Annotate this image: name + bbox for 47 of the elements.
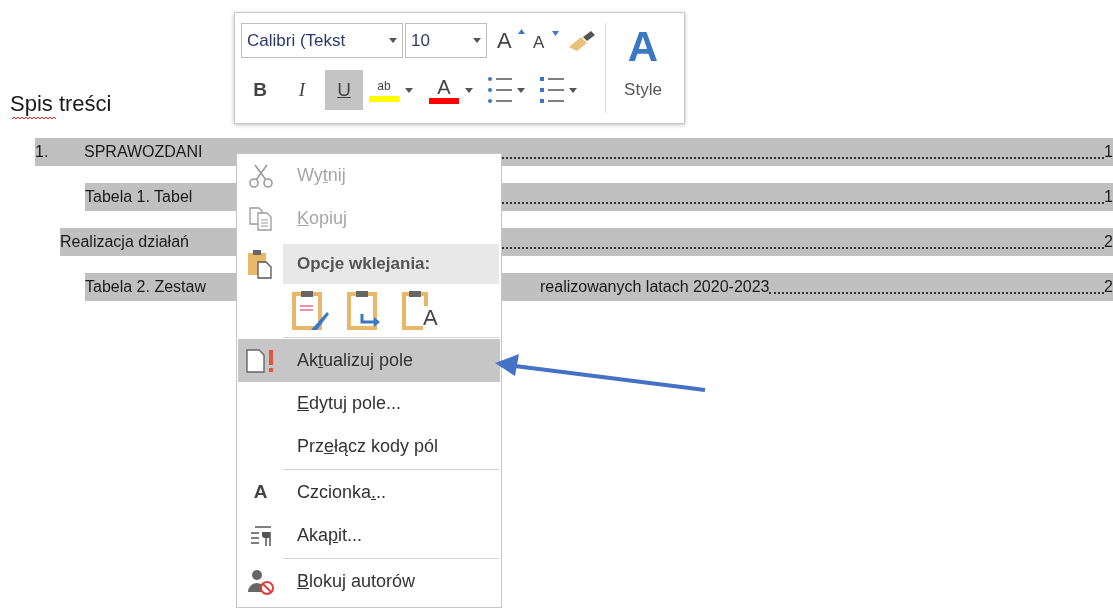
menu-item[interactable]: Przełącz kody pól (238, 425, 500, 468)
caret-icon (473, 38, 481, 43)
page-number: 1 (1104, 142, 1113, 162)
page-number: 1 (1104, 187, 1113, 207)
clipboard-icon (246, 249, 274, 279)
caret-icon (569, 87, 577, 93)
toc-entry: Tabela 2. Zestaw (85, 277, 206, 297)
down-triangle-icon (552, 30, 559, 36)
format-painter-icon[interactable] (567, 28, 597, 53)
page-number: 2 (1104, 232, 1113, 252)
menu-section-header: Opcje wklejania: (283, 244, 499, 284)
menu-item[interactable]: Akapit... (238, 514, 500, 557)
font-icon: A (253, 478, 268, 507)
copy-icon (247, 205, 274, 232)
spelling-underline (12, 116, 56, 120)
shrink-font-button[interactable]: A (533, 25, 561, 56)
page-number: 2 (1104, 277, 1113, 297)
toc-entry: realizowanych latach 2020-2023 (539, 277, 770, 297)
styles-button[interactable]: A Style (610, 23, 676, 113)
toc-entry: Tabela 1. Tabel (85, 187, 193, 207)
caret-icon (405, 87, 413, 93)
up-triangle-icon (518, 28, 525, 34)
toc-entry: SPRAWOZDANI (84, 142, 203, 162)
paste-keep-formatting-icon[interactable] (291, 290, 329, 332)
caret-icon (389, 38, 397, 43)
menu-item[interactable]: Edytuj pole... (238, 382, 500, 425)
menu-item[interactable]: A Czcionka... (238, 471, 500, 514)
paragraph-icon (248, 524, 273, 547)
format-button[interactable]: U (325, 70, 363, 110)
caret-icon (465, 87, 473, 93)
font-size-field[interactable]: 10 (405, 23, 487, 58)
menu-item[interactable]: Aktualizuj pole (238, 339, 500, 382)
numbered-list-icon[interactable] (539, 75, 565, 105)
format-button[interactable]: I (283, 70, 321, 110)
highlight-button[interactable]: ab (367, 70, 401, 110)
toc-heading: Spis treści (10, 91, 112, 116)
grow-font-button[interactable]: A (497, 25, 527, 56)
format-button[interactable]: B (241, 70, 279, 110)
toc-number: 1. (35, 142, 50, 162)
menu-item[interactable]: Blokuj autorów (238, 560, 500, 603)
toc-entry: Realizacja działań (60, 232, 189, 252)
scissors-icon (247, 162, 274, 189)
bullet-list-icon[interactable] (487, 75, 513, 105)
block-user-icon (246, 567, 275, 596)
font-color-button[interactable]: A (427, 70, 461, 110)
font-name-field[interactable]: Calibri (Tekst (241, 23, 403, 58)
caret-icon (517, 87, 525, 93)
